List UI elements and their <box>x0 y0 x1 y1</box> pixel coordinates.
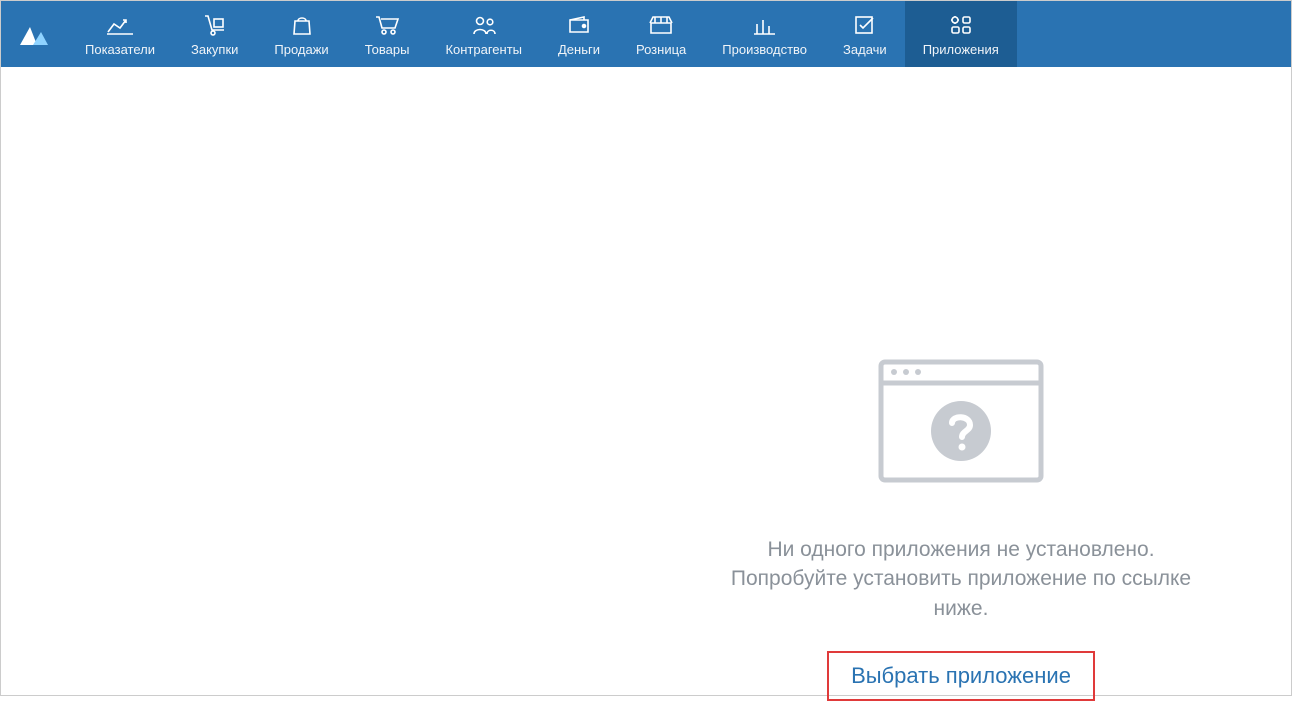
nav-item-sales[interactable]: Продажи <box>256 1 346 67</box>
empty-text-line1: Ни одного приложения не установлено. <box>701 535 1221 564</box>
nav-item-retail[interactable]: Розница <box>618 1 704 67</box>
nav-label: Продажи <box>274 42 328 57</box>
people-icon <box>470 12 498 38</box>
app-question-icon <box>876 357 1046 487</box>
wallet-icon <box>566 12 592 38</box>
nav-label: Задачи <box>843 42 887 57</box>
empty-state-illustration <box>701 357 1221 487</box>
logo-icon <box>17 21 51 47</box>
factory-icon <box>751 12 779 38</box>
nav-label: Производство <box>722 42 807 57</box>
content-area: Ни одного приложения не установлено. Поп… <box>1 67 1291 695</box>
chart-line-icon <box>106 12 134 38</box>
logo[interactable] <box>1 1 67 67</box>
hand-truck-icon <box>202 12 228 38</box>
store-icon <box>647 12 675 38</box>
empty-state: Ни одного приложения не установлено. Поп… <box>701 357 1221 701</box>
nav-label: Контрагенты <box>445 42 522 57</box>
checkbox-icon <box>853 12 877 38</box>
nav-item-indicators[interactable]: Показатели <box>67 1 173 67</box>
nav-label: Показатели <box>85 42 155 57</box>
nav-item-counterparties[interactable]: Контрагенты <box>427 1 540 67</box>
nav-item-apps[interactable]: Приложения <box>905 1 1017 67</box>
nav-label: Закупки <box>191 42 238 57</box>
nav-item-money[interactable]: Деньги <box>540 1 618 67</box>
nav-label: Розница <box>636 42 686 57</box>
nav-item-production[interactable]: Производство <box>704 1 825 67</box>
nav-label: Деньги <box>558 42 600 57</box>
cart-icon <box>373 12 401 38</box>
nav-item-goods[interactable]: Товары <box>347 1 428 67</box>
shopping-bag-icon <box>290 12 314 38</box>
nav-item-purchases[interactable]: Закупки <box>173 1 256 67</box>
choose-app-button[interactable]: Выбрать приложение <box>827 651 1095 701</box>
nav-label: Товары <box>365 42 410 57</box>
top-nav: Показатели Закупки Продажи <box>1 1 1291 67</box>
nav-label: Приложения <box>923 42 999 57</box>
nav-item-tasks[interactable]: Задачи <box>825 1 905 67</box>
apps-gear-icon <box>948 12 974 38</box>
empty-text-line2: Попробуйте установить приложение по ссыл… <box>701 564 1221 623</box>
